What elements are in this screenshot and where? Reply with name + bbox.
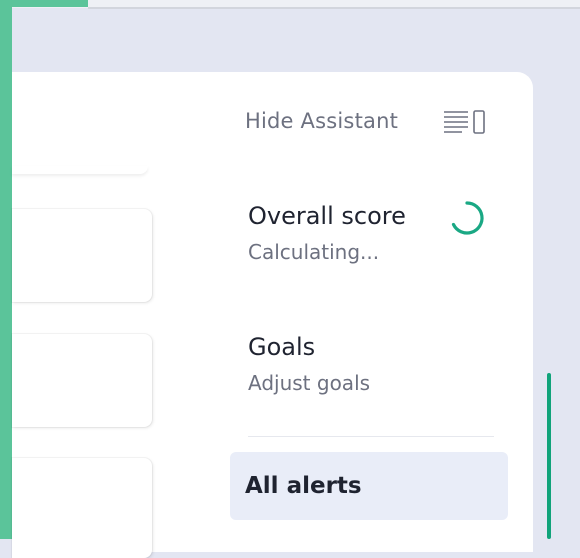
all-alerts-tab[interactable]: All alerts [230, 452, 508, 520]
divider [248, 436, 494, 437]
hide-assistant-button[interactable]: Hide Assistant [245, 109, 398, 133]
document-card[interactable] [12, 166, 148, 174]
goals-title[interactable]: Goals [248, 333, 315, 361]
scrollbar-thumb[interactable] [547, 373, 551, 539]
assistant-panel: Hide Assistant Overall score Calculating… [12, 72, 533, 558]
all-alerts-label: All alerts [245, 473, 362, 499]
document-card[interactable] [12, 458, 152, 558]
document-card[interactable] [12, 334, 152, 427]
loading-spinner-icon [451, 201, 484, 235]
accent-sidebar [0, 0, 12, 539]
adjust-goals-link[interactable]: Adjust goals [248, 371, 370, 395]
document-card[interactable] [12, 209, 152, 302]
accent-top [0, 0, 88, 7]
overall-score-status: Calculating... [248, 240, 380, 264]
panel-collapse-icon[interactable] [444, 110, 488, 134]
top-strip-border [88, 7, 580, 9]
overall-score-title: Overall score [248, 202, 406, 230]
